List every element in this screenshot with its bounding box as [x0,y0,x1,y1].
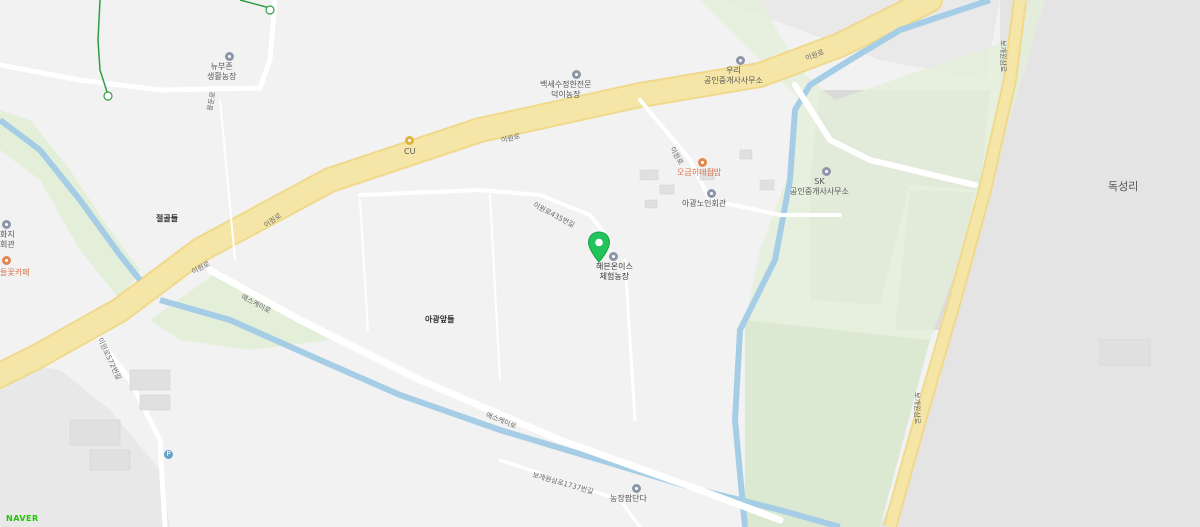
map-canvas[interactable]: 독성리 절골들 아광앞들 이원로 이원로 이원로 이원로 이원로 애스케이로 애… [0,0,1200,527]
poi-label-sk[interactable]: SK 공인중개사사무소 [790,177,849,197]
poi-label-nubuzen[interactable]: 뉴부존 생활농장 [207,62,236,82]
green-trail [97,0,271,96]
poi-marker-bottom[interactable] [632,484,641,493]
poi-marker-sk[interactable] [822,167,831,176]
restaurant-icon[interactable] [698,158,707,167]
naver-logo: NAVER [6,514,39,523]
parking-icon[interactable]: P [164,450,173,459]
road-label-bogaewonsam-ro-1: 보개원삼로 [999,40,1007,73]
road-v1 [623,258,637,422]
road-label-bogaewonsam-ro-2: 보개원삼로 [913,392,921,425]
poi-marker-uri[interactable] [736,56,745,65]
poi-label-uri[interactable]: 우리 공인중개사사무소 [704,66,763,86]
road-v3 [359,199,369,331]
poi-label-baekse[interactable]: 백세수정한전문 덕이농장 [540,80,592,100]
poi-label-bottom[interactable]: 농장팜단다 [610,494,647,504]
area-label-ajangapdeul: 아광앞들 [425,315,455,324]
poi-marker-iwang-senior[interactable] [707,189,716,198]
poi-label-iwang-senior[interactable]: 아광노인회관 [682,199,726,209]
location-pin-icon[interactable] [587,231,611,263]
cu-store-icon[interactable] [405,136,414,145]
area-label-jeolgoldeul: 절골들 [156,214,179,223]
poi-marker-nubuzen[interactable] [225,52,234,61]
poi-marker-baekse[interactable] [572,70,581,79]
poi-marker-hwaji[interactable] [2,220,11,229]
cafe-icon[interactable] [2,256,11,265]
road-side [358,187,612,242]
poi-label-selected[interactable]: 해븐온이스 체험농장 [596,262,633,282]
poi-label-flower-cafe[interactable]: 들꽃카페 [0,268,29,278]
poi-label-ogeum[interactable]: 오금허데집밥 [677,168,721,178]
poi-label-cu[interactable]: CU [404,147,415,157]
poi-label-hwaji[interactable]: 화지 회관 [0,230,15,250]
area-label-dokseong-ri: 독성리 [1108,180,1139,193]
road-aseukei-ro [206,266,784,524]
road-v2 [489,194,501,381]
